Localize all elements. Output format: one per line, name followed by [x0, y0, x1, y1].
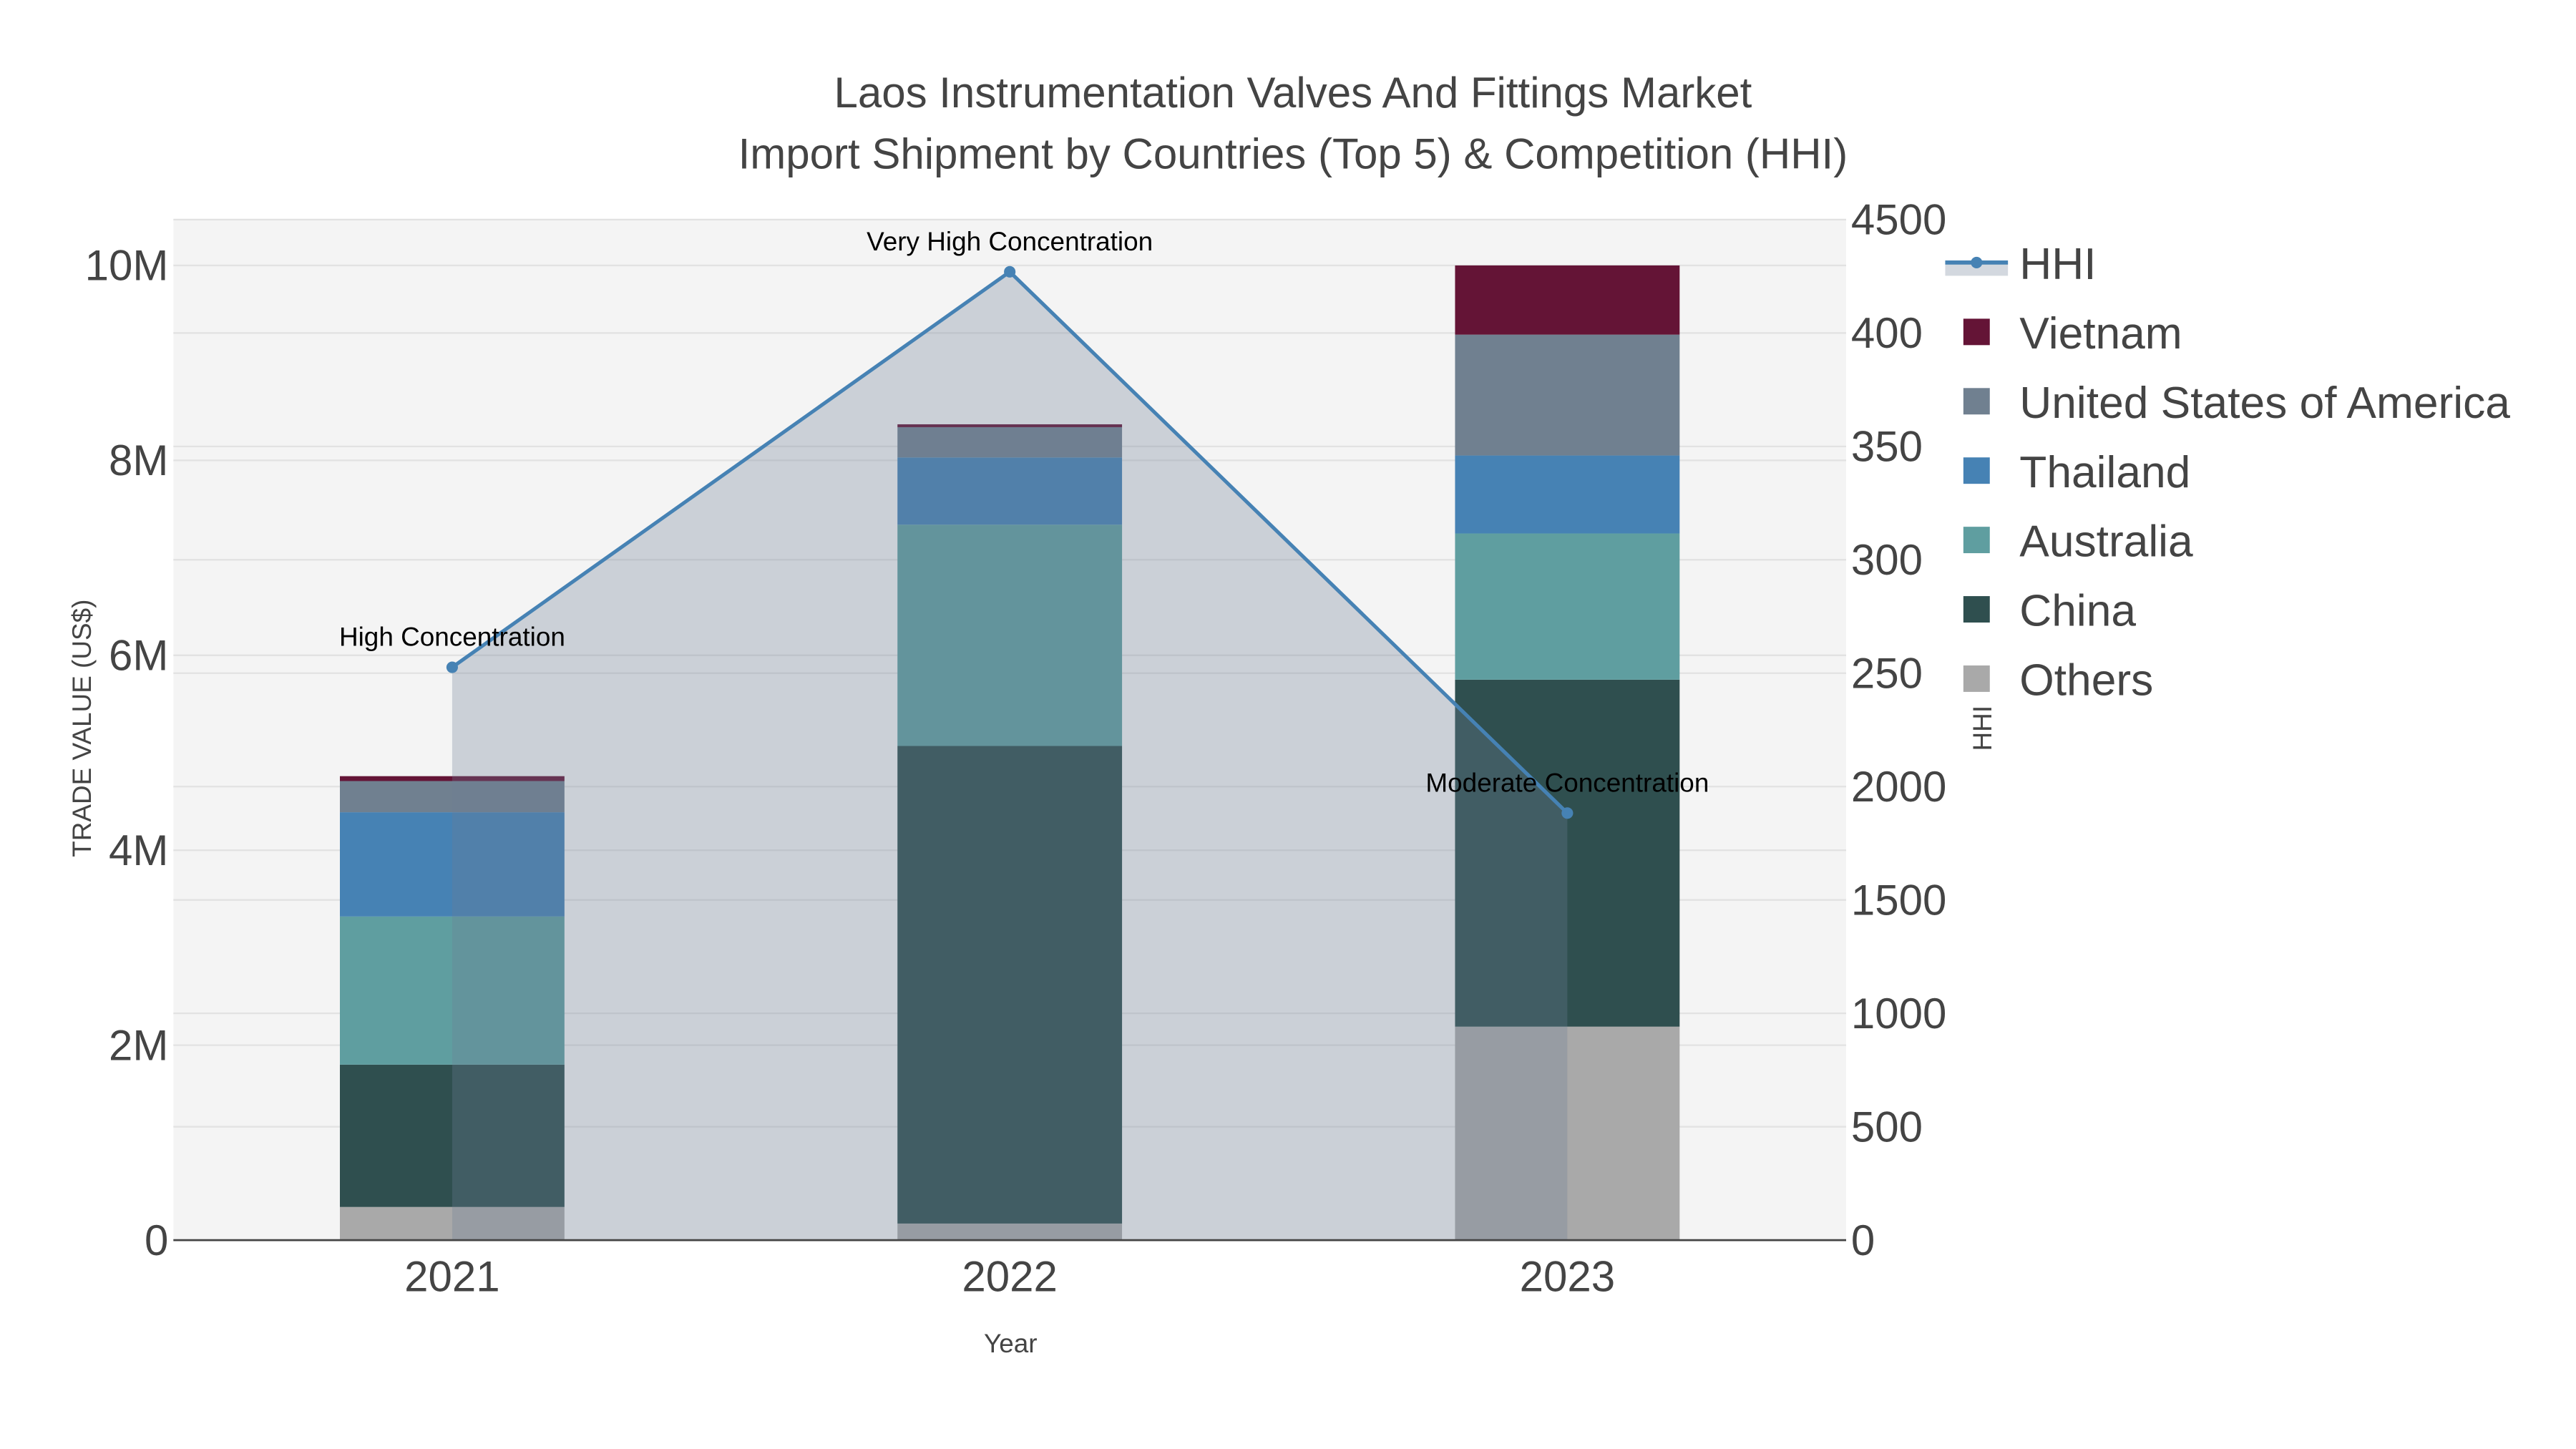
hhi-point [1004, 265, 1016, 278]
chart: High Concentration Very High Concentratio… [67, 69, 2510, 1358]
legend-swatch [1963, 596, 1990, 623]
hhi-point [1561, 807, 1574, 819]
y2-tick-label: 250 [1851, 650, 1923, 698]
legend-label: Australia [2019, 517, 2193, 567]
legend-label: China [2019, 587, 2136, 636]
bar-australia [1455, 533, 1680, 680]
hhi-point [446, 661, 458, 673]
y-tick-label: 2M [109, 1021, 168, 1069]
hhi-annotation: Very High Concentration [867, 227, 1153, 256]
legend-label: Thailand [2019, 448, 2190, 497]
y2-tick-label: 4500 [1851, 196, 1946, 244]
y2-tick-label: 300 [1851, 536, 1923, 584]
legend-swatch [1963, 457, 1990, 484]
legend-swatch [1963, 527, 1990, 554]
y-tick-label: 6M [109, 632, 168, 680]
y2-tick-label: 350 [1851, 423, 1923, 471]
x-tick-label: 2021 [404, 1253, 499, 1301]
y2-tick-label: 1000 [1851, 990, 1946, 1038]
bar-united-states-of-america [1455, 334, 1680, 456]
y2-axis-title: HHI [1968, 706, 1997, 751]
y-tick-label: 10M [85, 242, 169, 290]
legend-hhi-marker-icon [1971, 256, 1983, 268]
y2-tick-label: 2000 [1851, 763, 1946, 811]
y2-tick-label: 0 [1851, 1216, 1875, 1264]
legend-label: Others [2019, 656, 2153, 706]
legend: HHI Vietnam United States of America Thaila… [1945, 240, 2510, 706]
chart-title-line1: Laos Instrumentation Valves And Fittings… [834, 69, 1752, 117]
y-tick-label: 0 [145, 1216, 168, 1264]
hhi-annotation: Moderate Concentration [1425, 768, 1709, 797]
y2-tick-label: 500 [1851, 1103, 1923, 1151]
x-axis-title: Year [984, 1329, 1038, 1358]
y-tick-label: 4M [109, 826, 168, 874]
legend-label: Vietnam [2019, 309, 2182, 358]
bar-thailand [1455, 455, 1680, 534]
x-tick-label: 2022 [962, 1253, 1057, 1301]
chart-title-line2: Import Shipment by Countries (Top 5) & C… [738, 130, 1848, 177]
legend-label: HHI [2019, 240, 2096, 289]
bar-vietnam [1455, 265, 1680, 335]
legend-swatch [1963, 388, 1990, 415]
legend-label: United States of America [2019, 379, 2510, 428]
y-tick-label: 8M [109, 436, 168, 484]
x-tick-label: 2023 [1520, 1253, 1615, 1301]
y-axis-title: TRADE VALUE (US$) [67, 600, 97, 857]
legend-swatch [1963, 665, 1990, 692]
y2-tick-label: 1500 [1851, 876, 1946, 924]
hhi-annotation: High Concentration [339, 623, 565, 652]
y2-tick-label: 400 [1851, 309, 1923, 357]
legend-swatch [1963, 318, 1990, 346]
